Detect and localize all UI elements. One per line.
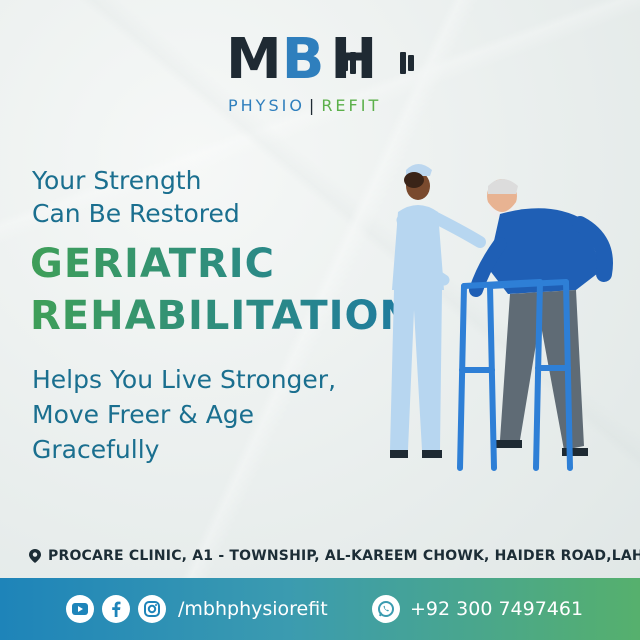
title-line-1: GERIATRIC (30, 241, 276, 287)
clinic-address: PROCARE CLINIC, A1 - TOWNSHIP, AL-KAREEM… (28, 548, 640, 564)
tagline-line-2: Can Be Restored (32, 199, 240, 228)
page-title: GERIATRIC REHABILITATION (30, 238, 414, 342)
logo-subtitle-refit: REFIT (321, 96, 382, 115)
social-links: /mbhphysiorefit (66, 595, 328, 623)
logo-subtitle-physio: PHYSIO (228, 96, 305, 115)
tagline: Your Strength Can Be Restored (32, 164, 240, 230)
youtube-icon[interactable] (66, 595, 94, 623)
subheadline-line-2: Move Freer & Age (32, 400, 255, 429)
subheadline-line-3: Gracefully (32, 435, 160, 464)
poster: M B H PHYSIO|REFIT Your Strength Can Be … (0, 0, 640, 640)
logo-subtitle: PHYSIO | REFIT (228, 96, 381, 115)
logo-letter-b: B (281, 27, 325, 92)
tagline-line-1: Your Strength (32, 166, 202, 195)
subheadline: Helps You Live Stronger, Move Freer & Ag… (32, 362, 336, 467)
whatsapp-icon (372, 595, 400, 623)
location-pin-icon (29, 549, 41, 563)
address-text: PROCARE CLINIC, A1 - TOWNSHIP, AL-KAREEM… (48, 548, 640, 564)
social-handle[interactable]: /mbhphysiorefit (178, 598, 328, 620)
nurse-elderly-walker-illustration (390, 164, 613, 471)
title-line-2: REHABILITATION (30, 293, 414, 339)
footer-bar: /mbhphysiorefit +92 300 7497461 (0, 578, 640, 640)
dumbbell-icon (342, 52, 414, 74)
instagram-icon[interactable] (138, 595, 166, 623)
subheadline-line-1: Helps You Live Stronger, (32, 365, 337, 394)
facebook-icon[interactable] (102, 595, 130, 623)
contact-phone: +92 300 7497461 (372, 595, 583, 623)
brand-logo: M B H PHYSIO|REFIT (226, 32, 416, 122)
logo-subtitle-separator: | (308, 96, 318, 115)
phone-number[interactable]: +92 300 7497461 (410, 598, 583, 620)
logo-letter-m: M (226, 27, 282, 92)
